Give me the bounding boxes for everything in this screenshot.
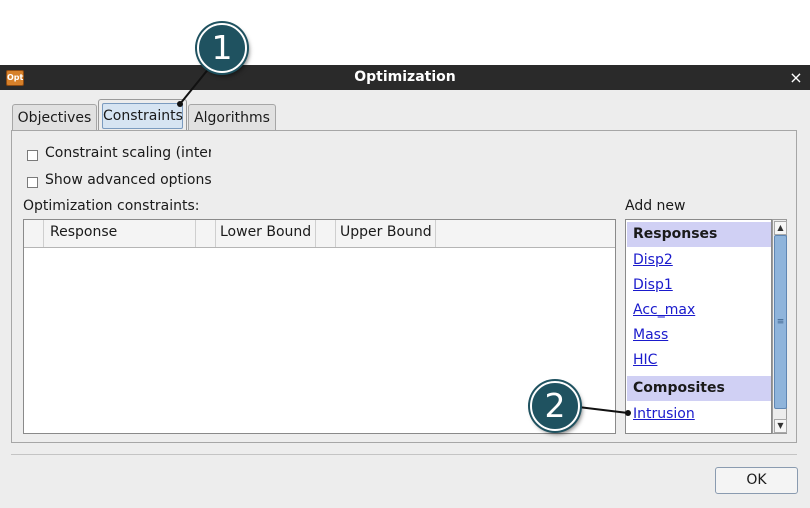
callout-1-pointer [177, 101, 183, 107]
callout-badge-2: 2 [530, 381, 580, 431]
callout-2-pointer [625, 410, 631, 416]
callout-badge-1: 1 [197, 23, 247, 73]
callout-leader-lines [177, 61, 631, 416]
